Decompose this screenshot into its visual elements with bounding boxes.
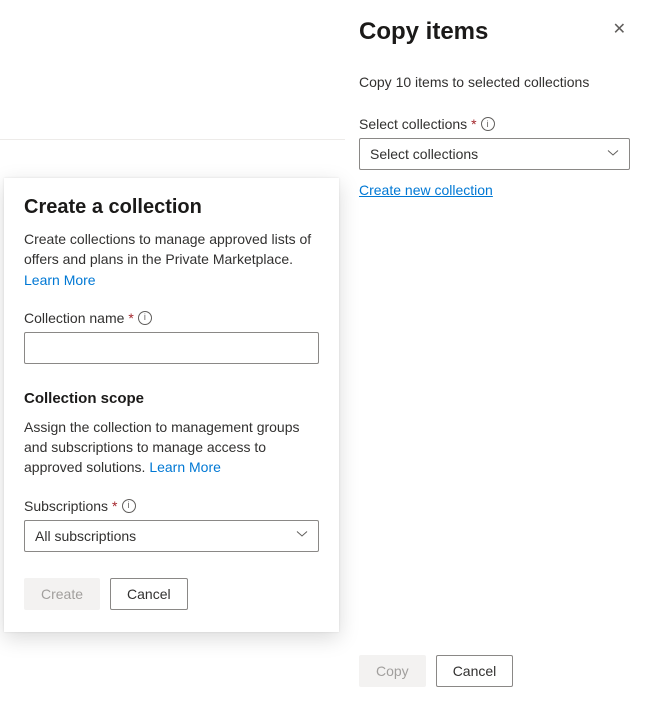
modal-footer: Create Cancel [24, 578, 319, 610]
subscriptions-label-text: Subscriptions [24, 498, 108, 514]
modal-title: Create a collection [24, 196, 319, 219]
info-icon[interactable]: i [481, 117, 495, 131]
close-icon[interactable]: ✕ [609, 18, 630, 42]
select-collections-dropdown[interactable]: Select collections [359, 138, 630, 170]
create-collection-modal: Create a collection Create collections t… [4, 178, 339, 632]
create-new-collection-link[interactable]: Create new collection [359, 182, 493, 198]
collection-name-label: Collection name * i [24, 310, 319, 326]
cancel-button[interactable]: Cancel [436, 655, 514, 687]
collection-scope-heading: Collection scope [24, 390, 319, 407]
collection-name-input[interactable] [24, 332, 319, 364]
background-divider [0, 139, 345, 140]
dropdown-value: Select collections [370, 146, 478, 162]
copy-button[interactable]: Copy [359, 655, 426, 687]
select-collections-label: Select collections * i [359, 116, 630, 132]
required-star-icon: * [128, 310, 133, 326]
chevron-svg [296, 528, 308, 540]
modal-desc-text: Create collections to manage approved li… [24, 231, 311, 267]
panel-title: Copy items [359, 18, 488, 46]
info-icon[interactable]: i [138, 311, 152, 325]
scope-description: Assign the collection to management grou… [24, 417, 319, 478]
learn-more-link[interactable]: Learn More [24, 270, 96, 290]
panel-subtext: Copy 10 items to selected collections [359, 74, 630, 90]
chevron-down-icon [296, 528, 308, 543]
info-icon[interactable]: i [122, 499, 136, 513]
copy-panel-footer: Copy Cancel [359, 655, 513, 687]
select-collections-label-text: Select collections [359, 116, 467, 132]
chevron-svg [607, 147, 619, 159]
required-star-icon: * [471, 116, 476, 132]
learn-more-link[interactable]: Learn More [149, 457, 221, 477]
copy-items-panel: Copy items ✕ Copy 10 items to selected c… [345, 0, 650, 703]
chevron-down-icon [607, 147, 619, 162]
panel-header: Copy items ✕ [359, 18, 630, 46]
cancel-button[interactable]: Cancel [110, 578, 188, 610]
create-button[interactable]: Create [24, 578, 100, 610]
subscriptions-dropdown[interactable]: All subscriptions [24, 520, 319, 552]
modal-description: Create collections to manage approved li… [24, 229, 319, 290]
dropdown-value: All subscriptions [35, 528, 136, 544]
collection-name-label-text: Collection name [24, 310, 124, 326]
subscriptions-label: Subscriptions * i [24, 498, 319, 514]
required-star-icon: * [112, 498, 117, 514]
